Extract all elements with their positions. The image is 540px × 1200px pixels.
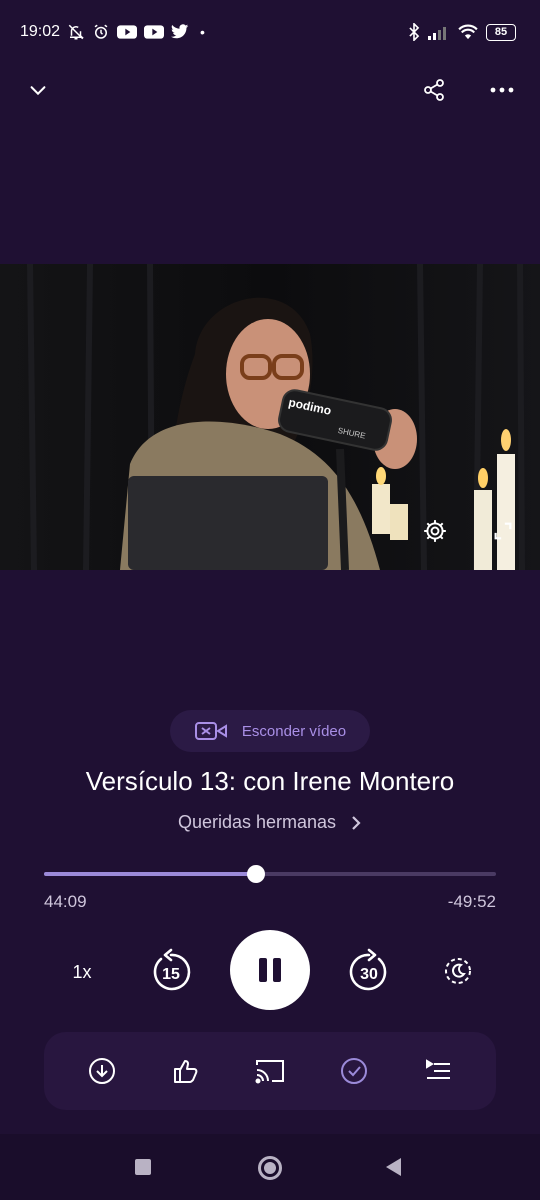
chevron-down-icon — [30, 86, 46, 96]
status-bar: 19:02 • 85 — [0, 0, 540, 64]
progress-slider[interactable] — [44, 865, 496, 883]
dot-icon: • — [200, 24, 205, 40]
progress-thumb[interactable] — [247, 865, 266, 883]
sleep-timer-button[interactable] — [440, 953, 476, 989]
queue-icon — [426, 1059, 450, 1079]
battery-indicator: 85 — [486, 23, 516, 41]
gear-icon — [424, 520, 446, 542]
download-icon — [89, 1058, 115, 1084]
hide-video-icon — [194, 722, 227, 740]
youtube-icon — [117, 24, 138, 40]
status-left: 19:02 • — [20, 23, 205, 41]
queue-button[interactable] — [418, 1051, 458, 1091]
signal-icon — [428, 24, 450, 40]
skip-forward-button[interactable]: 30 — [344, 946, 394, 996]
hide-video-button[interactable]: Esconder vídeo — [170, 710, 370, 752]
more-icon — [490, 87, 514, 93]
action-bar — [44, 1032, 496, 1110]
share-icon — [424, 79, 444, 101]
bluetooth-icon — [407, 23, 421, 41]
time-elapsed: 44:09 — [44, 892, 87, 911]
pause-button[interactable] — [230, 930, 310, 1010]
video-settings-button[interactable] — [420, 516, 450, 546]
cast-button[interactable] — [250, 1051, 290, 1091]
collapse-button[interactable] — [16, 68, 60, 112]
mute-icon — [67, 23, 85, 41]
expand-icon — [494, 522, 512, 540]
status-time: 19:02 — [20, 23, 61, 40]
twitter-icon — [171, 24, 189, 40]
share-button[interactable] — [412, 68, 456, 112]
episode-title: Versículo 13: con Irene Montero — [85, 766, 455, 796]
skip-forward-value: 30 — [360, 966, 378, 983]
like-button[interactable] — [166, 1051, 206, 1091]
youtube-icon — [144, 24, 165, 40]
rewind-icon: 15 — [153, 948, 191, 991]
time-remaining: -49:52 — [447, 892, 496, 911]
show-link[interactable]: Queridas hermanas — [0, 812, 540, 833]
more-options-button[interactable] — [480, 68, 524, 112]
playback-speed-button[interactable]: 1x — [62, 952, 102, 992]
progress-fill — [44, 872, 257, 876]
wifi-icon — [457, 24, 479, 40]
video-frame: podimo SHURE — [0, 264, 540, 570]
download-button[interactable] — [82, 1051, 122, 1091]
mark-played-button[interactable] — [334, 1051, 374, 1091]
sleep-timer-icon — [445, 958, 471, 984]
video-expand-button[interactable] — [488, 516, 518, 546]
pause-icon — [259, 958, 281, 982]
thumbs-up-icon — [174, 1060, 198, 1083]
check-circle-icon — [341, 1058, 367, 1084]
chevron-right-icon — [352, 815, 361, 830]
video-player[interactable]: podimo SHURE — [0, 264, 540, 570]
show-name: Queridas hermanas — [177, 812, 337, 832]
cast-icon — [255, 1060, 284, 1084]
alarm-icon — [92, 23, 110, 41]
home-button[interactable] — [258, 1156, 282, 1180]
back-button[interactable] — [386, 1158, 401, 1176]
status-right: 85 — [407, 23, 516, 41]
skip-back-button[interactable]: 15 — [146, 946, 196, 996]
recents-button[interactable] — [135, 1159, 151, 1175]
hide-video-label: Esconder vídeo — [241, 722, 347, 740]
fast-forward-icon: 30 — [349, 948, 387, 991]
skip-back-value: 15 — [162, 966, 180, 983]
player-header — [0, 68, 540, 112]
system-navigation-bar — [0, 1134, 540, 1200]
